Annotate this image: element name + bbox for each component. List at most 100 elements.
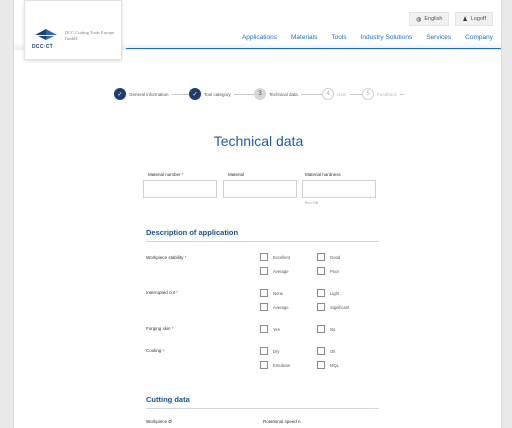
nav-item-tools[interactable]: Tools — [331, 34, 346, 41]
checkbox[interactable] — [317, 289, 325, 297]
option-average-cut[interactable]: Average — [260, 303, 289, 311]
option-label: Good — [330, 254, 341, 260]
user-icon: ♟ — [462, 16, 468, 23]
section-description-of-application: Description of application — [146, 228, 239, 237]
section-divider — [146, 241, 379, 242]
page: DCC·CT DCC Cutting Tools Europe GmbH ◍ E… — [13, 0, 502, 428]
step-general-information[interactable]: ✓ General information — [114, 88, 172, 100]
question-text: Cooling — [146, 348, 162, 353]
nav-item-company[interactable]: Company — [465, 34, 493, 41]
checkbox[interactable] — [260, 325, 268, 333]
step-number: 5 — [362, 88, 374, 100]
logo-icon — [35, 29, 57, 40]
option-no[interactable]: No — [317, 325, 335, 333]
checkbox[interactable] — [317, 267, 325, 275]
option-poor[interactable]: Poor — [317, 267, 339, 275]
required-marker: * — [183, 255, 187, 260]
section-cutting-data: Cutting data — [146, 395, 190, 404]
option-yes[interactable]: Yes — [260, 325, 280, 333]
checkbox[interactable] — [317, 325, 325, 333]
option-label: None — [273, 290, 284, 296]
option-label: Emulsion — [273, 362, 291, 368]
option-label: Dry — [273, 348, 280, 354]
language-label: English — [424, 16, 443, 22]
option-light[interactable]: Light — [317, 289, 339, 297]
header-divider — [126, 48, 501, 49]
checkbox[interactable] — [260, 303, 268, 311]
option-label: Excellent — [273, 254, 290, 260]
option-dry[interactable]: Dry — [260, 347, 280, 355]
material-label: Material — [228, 172, 245, 177]
company-logo[interactable]: DCC·CT DCC Cutting Tools Europe GmbH — [24, 0, 122, 60]
logo-brand: DCC·CT — [32, 44, 53, 50]
option-label: Average — [273, 268, 289, 274]
nav-item-materials[interactable]: Materials — [291, 34, 317, 41]
rotational-speed-label: Rotational speed n — [263, 419, 301, 424]
required-marker: * — [175, 290, 179, 295]
step-user: 4 User — [322, 88, 350, 100]
option-mql[interactable]: MQL — [317, 361, 339, 369]
forging-skin-label: Forging skin * — [146, 326, 174, 331]
checkbox[interactable] — [260, 267, 268, 275]
section-divider — [146, 408, 379, 409]
nav-item-services[interactable]: Services — [426, 34, 451, 41]
required-marker: * — [161, 348, 165, 353]
cooling-label: Cooling * — [146, 348, 164, 353]
nav-item-industry-solutions[interactable]: Industry Solutions — [361, 34, 413, 41]
step-number: 4 — [322, 88, 334, 100]
checkbox[interactable] — [317, 253, 325, 261]
option-label: Oil — [330, 348, 336, 354]
required-marker: * — [170, 326, 174, 331]
option-label: Significant — [330, 304, 350, 310]
option-emulsion[interactable]: Emulsion — [260, 361, 290, 369]
checkbox[interactable] — [260, 253, 268, 261]
step-label: Feedback — [377, 91, 397, 97]
option-label: Light — [330, 290, 340, 296]
step-label: General information — [129, 91, 169, 97]
checkbox[interactable] — [260, 347, 268, 355]
option-label: Average — [273, 304, 289, 310]
step-tool-category[interactable]: ✓ Tool category — [189, 88, 234, 100]
step-done-icon: ✓ — [114, 88, 126, 100]
hardness-hint: Rm / HB — [305, 201, 319, 205]
progress-stepper: ✓ General information ✓ Tool category 3 … — [114, 88, 404, 102]
option-oil[interactable]: Oil — [317, 347, 335, 355]
logo-text: DCC Cutting Tools Europe GmbH — [65, 30, 114, 41]
option-excellent[interactable]: Excellent — [260, 253, 290, 261]
globe-icon: ◍ — [416, 16, 422, 23]
checkbox[interactable] — [317, 303, 325, 311]
nav-item-applications[interactable]: Applications — [242, 34, 277, 41]
option-significant[interactable]: Significant — [317, 303, 349, 311]
option-none[interactable]: None — [260, 289, 283, 297]
question-text: Forging skin — [146, 326, 171, 331]
question-text: Workpiece stability — [146, 255, 184, 260]
option-label: MQL — [330, 362, 340, 368]
required-marker: * — [180, 172, 184, 177]
material-number-input[interactable] — [143, 180, 217, 198]
checkbox[interactable] — [260, 361, 268, 369]
question-text: Interrupted cut — [146, 290, 176, 295]
option-label: Poor — [330, 268, 339, 274]
option-good[interactable]: Good — [317, 253, 340, 261]
material-number-label: Material number * — [148, 172, 184, 177]
logoff-button[interactable]: ♟ Logoff — [455, 12, 493, 26]
workpiece-stability-label: Workpiece stability * — [146, 255, 186, 260]
material-input[interactable] — [223, 180, 297, 198]
material-number-label-text: Material number — [148, 172, 181, 177]
checkbox[interactable] — [317, 347, 325, 355]
step-done-icon: ✓ — [189, 88, 201, 100]
option-label: No — [330, 326, 336, 332]
page-title: Technical data — [213, 133, 304, 149]
step-technical-data: 3 Technical data — [254, 88, 301, 100]
checkbox[interactable] — [317, 361, 325, 369]
step-label: Tool category — [204, 91, 231, 97]
main-nav: Applications Materials Tools Industry So… — [242, 34, 493, 41]
language-button[interactable]: ◍ English — [409, 12, 450, 26]
material-hardness-input[interactable] — [302, 180, 376, 198]
step-feedback: 5 Feedback — [362, 88, 400, 100]
step-label: User — [337, 91, 347, 97]
option-average[interactable]: Average — [260, 267, 289, 275]
site-header: DCC·CT DCC Cutting Tools Europe GmbH ◍ E… — [14, 0, 501, 62]
checkbox[interactable] — [260, 289, 268, 297]
option-label: Yes — [273, 326, 280, 332]
